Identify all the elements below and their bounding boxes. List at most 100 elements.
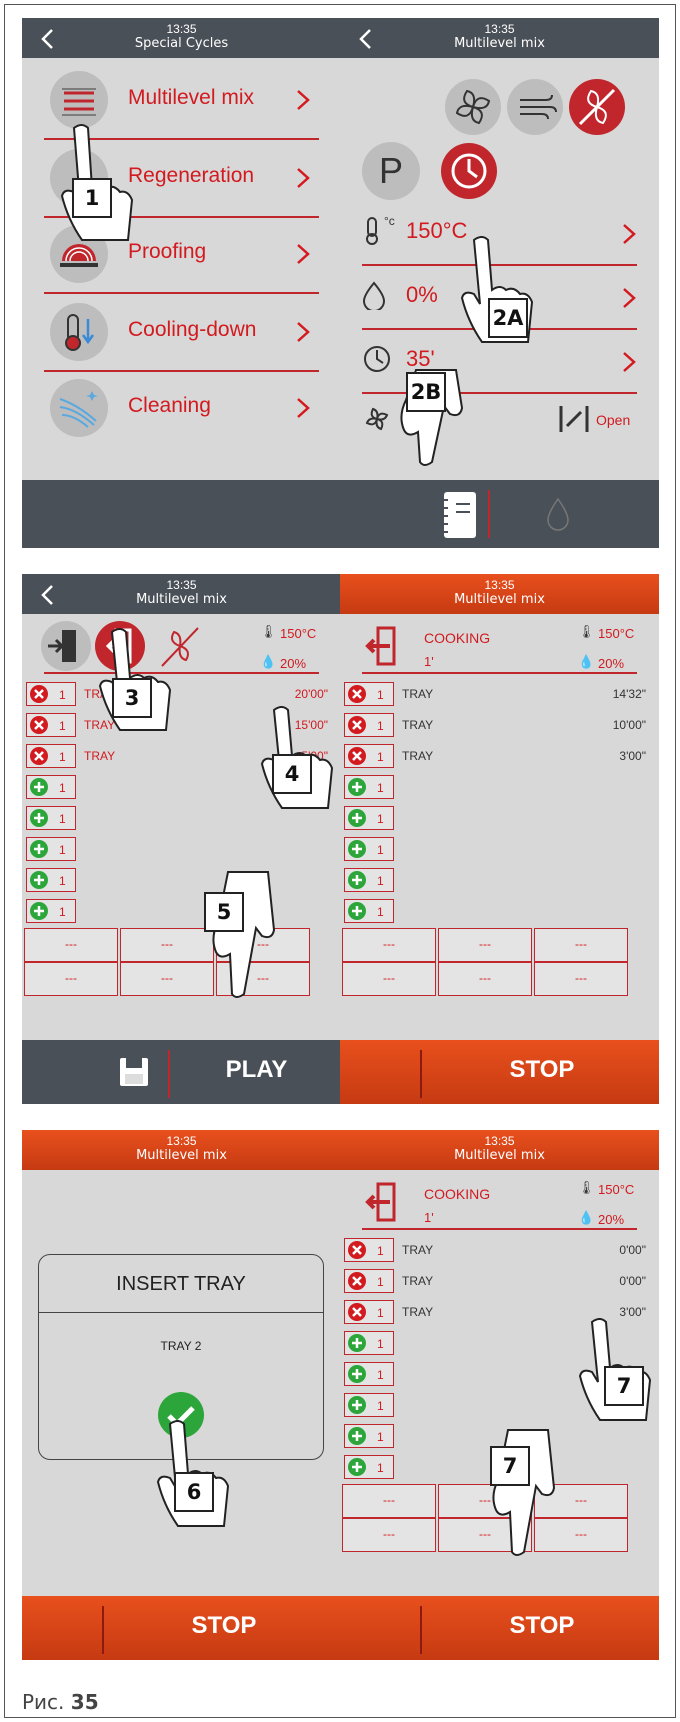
clock: 13:35: [166, 22, 197, 36]
recipe-book-icon[interactable]: [436, 490, 482, 540]
empty-slot[interactable]: ---: [438, 928, 532, 962]
tray-slot[interactable]: 1: [344, 837, 394, 861]
tray-slot[interactable]: 1: [344, 1393, 394, 1417]
back-arrow-icon[interactable]: [36, 582, 62, 608]
tray-slot[interactable]: 1: [344, 682, 394, 706]
add-tray-icon[interactable]: [29, 777, 49, 797]
add-tray-icon[interactable]: [347, 870, 367, 890]
tray-row[interactable]: 1: [344, 775, 654, 801]
add-tray-icon[interactable]: [347, 1333, 367, 1353]
remove-tray-icon[interactable]: [29, 715, 49, 735]
remove-tray-icon[interactable]: [347, 715, 367, 735]
tray-slot[interactable]: 1: [344, 775, 394, 799]
tray-slot[interactable]: 1: [344, 806, 394, 830]
tray-slot[interactable]: 1: [344, 1269, 394, 1293]
add-tray-icon[interactable]: [347, 777, 367, 797]
remove-tray-icon[interactable]: [29, 684, 49, 704]
tray-row[interactable]: 1 TRAY 0'00": [344, 1238, 654, 1264]
add-tray-icon[interactable]: [29, 839, 49, 859]
timer-mode-icon[interactable]: [440, 142, 498, 200]
tray-slot[interactable]: 1: [26, 806, 76, 830]
tray-row[interactable]: 1: [344, 837, 654, 863]
add-tray-icon[interactable]: [347, 1426, 367, 1446]
tray-row[interactable]: 1 TRAY 3'00": [344, 744, 654, 770]
drop-icon[interactable]: [546, 496, 570, 532]
add-tray-icon[interactable]: [29, 870, 49, 890]
add-tray-icon[interactable]: [347, 839, 367, 859]
save-icon[interactable]: [118, 1056, 150, 1088]
tray-slot[interactable]: 1: [26, 713, 76, 737]
tray-slot[interactable]: 1: [344, 868, 394, 892]
add-tray-icon[interactable]: [347, 901, 367, 921]
tray-count: 1: [377, 1368, 384, 1382]
tray-row[interactable]: 1 TRAY 20'00": [26, 682, 336, 708]
empty-slot[interactable]: ---: [342, 1484, 436, 1518]
empty-slot[interactable]: ---: [534, 928, 628, 962]
menu-item-label: Multilevel mix: [128, 86, 255, 109]
add-tray-icon[interactable]: [347, 1364, 367, 1384]
remove-tray-icon[interactable]: [347, 1240, 367, 1260]
tray-slot[interactable]: 1: [344, 1362, 394, 1386]
stop-button[interactable]: STOP: [425, 1612, 659, 1640]
menu-item-cooling-down[interactable]: Cooling-down: [44, 292, 319, 372]
tray-slot[interactable]: 1: [344, 899, 394, 923]
fan-mode-icon[interactable]: [444, 78, 502, 136]
tray-row[interactable]: 1: [26, 899, 336, 925]
tray-slot[interactable]: 1: [26, 775, 76, 799]
tray-slot[interactable]: 1: [344, 1424, 394, 1448]
tray-row[interactable]: 1: [344, 868, 654, 894]
tray-row[interactable]: 1: [344, 899, 654, 925]
tray-row[interactable]: 1: [26, 868, 336, 894]
chevron-right-icon: [297, 398, 310, 418]
clock-icon: [364, 346, 390, 372]
remove-tray-icon[interactable]: [29, 746, 49, 766]
empty-slot[interactable]: ---: [342, 1518, 436, 1552]
tray-slot[interactable]: 1: [344, 1331, 394, 1355]
tray-slot[interactable]: 1: [26, 899, 76, 923]
empty-slot[interactable]: ---: [24, 928, 118, 962]
humidity-value: 20%: [598, 656, 625, 671]
remove-tray-icon[interactable]: [347, 746, 367, 766]
add-tray-icon[interactable]: [347, 1395, 367, 1415]
stop-button[interactable]: STOP: [425, 1056, 659, 1084]
program-button[interactable]: P: [362, 142, 420, 200]
back-arrow-icon[interactable]: [36, 26, 62, 52]
empty-slot[interactable]: ---: [438, 962, 532, 996]
remove-tray-icon[interactable]: [347, 1271, 367, 1291]
add-tray-icon[interactable]: [347, 808, 367, 828]
add-tray-icon[interactable]: [29, 808, 49, 828]
remove-tray-icon[interactable]: [347, 1302, 367, 1322]
tray-row[interactable]: 1 TRAY 10'00": [344, 713, 654, 739]
empty-slot[interactable]: ---: [534, 962, 628, 996]
fan-off-icon[interactable]: [568, 78, 626, 136]
steam-fan-icon[interactable]: [506, 78, 564, 136]
remove-tray-icon[interactable]: [347, 684, 367, 704]
tray-row[interactable]: 1 TRAY 0'00": [344, 1269, 654, 1295]
add-tray-icon[interactable]: [29, 901, 49, 921]
tray-slot[interactable]: 1: [26, 744, 76, 768]
tray-slot[interactable]: 1: [26, 837, 76, 861]
menu-item-cleaning[interactable]: Cleaning: [44, 368, 319, 448]
vent-valve-icon[interactable]: [557, 404, 591, 434]
step-number: 7: [604, 1366, 644, 1406]
tray-slot[interactable]: 1: [344, 1238, 394, 1262]
empty-slot[interactable]: ---: [342, 928, 436, 962]
empty-slot[interactable]: ---: [24, 962, 118, 996]
play-button[interactable]: PLAY: [172, 1056, 341, 1084]
tray-time: 10'00": [612, 718, 646, 732]
tray-slot[interactable]: 1: [344, 713, 394, 737]
tray-slot[interactable]: 1: [26, 868, 76, 892]
tray-row[interactable]: 1: [26, 837, 336, 863]
tray-row[interactable]: 1 TRAY 14'32": [344, 682, 654, 708]
tray-slot[interactable]: 1: [344, 1300, 394, 1324]
humidity-value: 0%: [406, 282, 438, 307]
tray-row[interactable]: 1: [344, 806, 654, 832]
fan-speed-icon[interactable]: [362, 404, 392, 434]
back-arrow-icon[interactable]: [354, 26, 380, 52]
tray-slot[interactable]: 1: [344, 744, 394, 768]
tray-slot[interactable]: 1: [26, 682, 76, 706]
tray-slot[interactable]: 1: [344, 1455, 394, 1479]
stop-button[interactable]: STOP: [107, 1612, 341, 1640]
empty-slot[interactable]: ---: [342, 962, 436, 996]
add-tray-icon[interactable]: [347, 1457, 367, 1477]
